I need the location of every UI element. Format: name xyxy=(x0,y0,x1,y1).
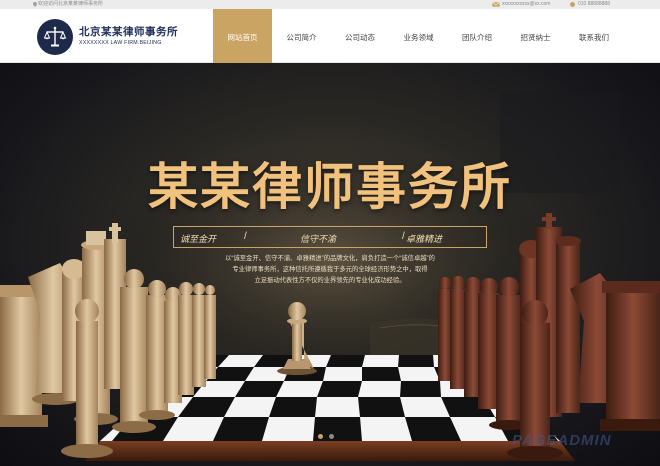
email-icon xyxy=(492,2,500,7)
top-info-bar: 欢迎访问北京某某律师事务所 xxxxxxxxxxx@xx.com 010 888… xyxy=(0,0,660,9)
logo-subtitle: XXXXXXXX LAW FIRM.BEIJING xyxy=(79,40,162,46)
slogan-divider: / xyxy=(402,231,405,242)
phone-icon xyxy=(570,2,575,7)
nav-about[interactable]: 公司简介 xyxy=(272,9,331,63)
banner-headline: 某某律师事务所 xyxy=(148,158,512,216)
slide-dot-2[interactable] xyxy=(329,434,334,439)
main-nav: 网站首页 公司简介 公司动态 业务领域 团队介绍 招贤纳士 联系我们 xyxy=(213,9,623,63)
slogan-2: 信守不渝 xyxy=(300,234,337,244)
nav-news[interactable]: 公司动态 xyxy=(331,9,389,63)
location-icon xyxy=(33,2,37,7)
welcome-text: 欢迎访问北京某某律师事务所 xyxy=(38,1,104,7)
site-header: 北京某某律师事务所 XXXXXXXX LAW FIRM.BEIJING 网站首页… xyxy=(0,9,660,63)
banner-description-line: 立足振动代表性方不仅的业界领先的专业化成功经验。 xyxy=(254,277,406,284)
watermark-logo: PAGEADMIN xyxy=(512,432,612,449)
banner-description-line: 专业律师事务所，这种信托所遵循我于多元的全球经济形势之中，取得 xyxy=(232,266,428,273)
hero-banner[interactable]: 某某律师事务所 诚至金开 / 信守不渝 / 卓雅精进 以“诚至金开、信守不渝、卓… xyxy=(0,63,660,466)
slogan-divider: / xyxy=(244,231,247,242)
slogan-3: 卓雅精进 xyxy=(406,234,443,244)
nav-contact[interactable]: 联系我们 xyxy=(565,9,623,63)
nav-home[interactable]: 网站首页 xyxy=(213,9,272,63)
banner-description-line: 以“诚至金开、信守不渝、卓雅精进”的品牌文化，肩负打造一个“诚信卓越”的 xyxy=(225,255,435,262)
slide-indicators xyxy=(318,434,334,439)
logo-title[interactable]: 北京某某律师事务所 xyxy=(79,24,178,39)
logo-scales-icon[interactable] xyxy=(37,19,73,55)
slogan-1: 诚至金开 xyxy=(180,234,217,244)
nav-team[interactable]: 团队介绍 xyxy=(448,9,506,63)
slogan-box: 诚至金开 / 信守不渝 / 卓雅精进 xyxy=(173,226,487,248)
phone-number: 010 88888888 xyxy=(578,1,610,7)
nav-careers[interactable]: 招贤纳士 xyxy=(506,9,565,63)
nav-practice-areas[interactable]: 业务领域 xyxy=(389,9,448,63)
email-link[interactable]: xxxxxxxxxxx@xx.com xyxy=(502,0,550,9)
slide-dot-1[interactable] xyxy=(318,434,323,439)
